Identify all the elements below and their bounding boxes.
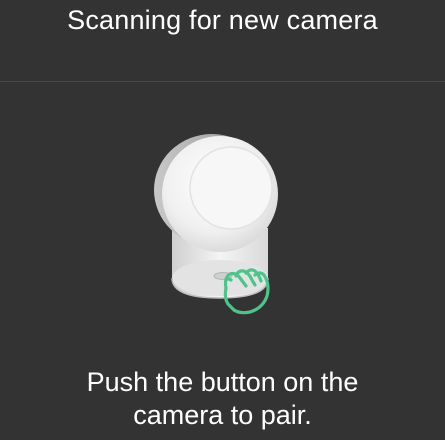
pairing-screen: Scanning for new camera Push the button …	[0, 0, 445, 440]
pairing-instruction: Push the button on the camera to pair.	[0, 366, 445, 432]
header: Scanning for new camera	[0, 0, 445, 81]
camera-illustration	[140, 128, 300, 328]
instruction-line-2: camera to pair.	[133, 400, 312, 430]
baby-monitor-camera-icon	[154, 134, 278, 315]
header-divider	[0, 81, 445, 82]
instruction-line-1: Push the button on the	[86, 367, 359, 397]
page-title: Scanning for new camera	[67, 5, 378, 35]
